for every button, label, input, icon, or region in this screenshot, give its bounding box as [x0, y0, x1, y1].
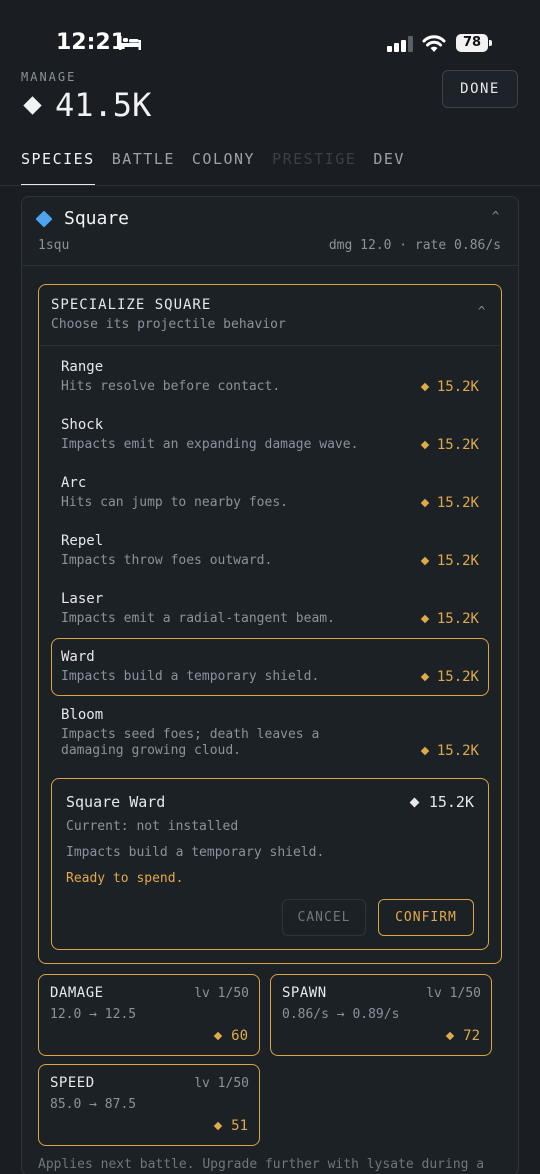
upgrade-card-speed[interactable]: SPEED lv 1/50 85.0 → 87.5 51 [38, 1064, 260, 1146]
option-name: Laser [61, 591, 104, 607]
option-desc: Impacts emit a radial-tangent beam. [61, 611, 335, 626]
detail-desc: Impacts build a temporary shield. [66, 845, 325, 860]
option-name: Shock [61, 417, 104, 433]
diamond-icon [420, 672, 430, 682]
collapse-chevron-icon[interactable]: ^ [492, 209, 499, 223]
option-bloom[interactable]: Bloom Impacts seed foes; death leaves a … [51, 696, 489, 772]
option-name: Ward [61, 649, 95, 665]
detail-current: Current: not installed [66, 819, 239, 834]
tab-prestige: PRESTIGE [272, 150, 357, 168]
option-name: Repel [61, 533, 104, 549]
species-id: 1squ [38, 238, 70, 253]
option-cost: 15.2K [420, 611, 479, 627]
battery-indicator: 78 [456, 34, 492, 52]
option-cost: 15.2K [420, 743, 479, 759]
specialize-collapse-icon[interactable]: ^ [478, 304, 485, 318]
battery-cap [489, 40, 492, 46]
detail-ready-status: Ready to spend. [66, 871, 184, 886]
option-name: Bloom [61, 707, 104, 723]
species-stats: dmg 12.0 · rate 0.86/s [328, 238, 501, 253]
option-laser[interactable]: Laser Impacts emit a radial-tangent beam… [51, 580, 489, 636]
option-desc: Impacts emit an expanding damage wave. [61, 437, 359, 452]
option-cost: 15.2K [420, 437, 479, 453]
species-name: Square [64, 208, 130, 229]
option-desc: Impacts build a temporary shield. [61, 669, 320, 684]
upgrade-value: 85.0 → 87.5 [50, 1097, 137, 1112]
upgrade-name: SPAWN [282, 985, 327, 1001]
detail-title: Square Ward [66, 793, 166, 811]
option-desc: Impacts throw foes outward. [61, 553, 273, 568]
upgrade-level: lv 1/50 [194, 986, 249, 1001]
cancel-button[interactable]: CANCEL [282, 899, 366, 936]
option-name: Arc [61, 475, 87, 491]
upgrade-name: DAMAGE [50, 985, 104, 1001]
option-cost: 15.2K [420, 495, 479, 511]
diamond-icon [420, 614, 430, 624]
option-shock[interactable]: Shock Impacts emit an expanding damage w… [51, 406, 489, 462]
species-divider [22, 265, 518, 266]
option-desc: Impacts seed foes; death leaves a damagi… [61, 727, 320, 758]
specialize-divider [40, 345, 500, 346]
upgrade-card-damage[interactable]: DAMAGE lv 1/50 12.0 → 12.5 60 [38, 974, 260, 1056]
diamond-icon [420, 440, 430, 450]
upgrade-card-spawn[interactable]: SPAWN lv 1/50 0.86/s → 0.89/s 72 [270, 974, 492, 1056]
wifi-icon [422, 35, 446, 52]
species-header[interactable]: Square [35, 208, 130, 229]
option-arc[interactable]: Arc Hits can jump to nearby foes. 15.2K [51, 464, 489, 520]
tabs-divider [0, 185, 540, 186]
upgrade-level: lv 1/50 [426, 986, 481, 1001]
tab-bar: SPECIES BATTLE COLONY PRESTIGE DEV [21, 150, 405, 186]
upgrade-cost: 51 [213, 1118, 248, 1134]
cellular-signal-icon [387, 36, 413, 52]
clock: 12:21 [56, 30, 127, 55]
option-cost: 15.2K [420, 379, 479, 395]
confirm-button[interactable]: CONFIRM [378, 899, 474, 936]
diamond-icon [213, 1031, 223, 1041]
option-cost: 15.2K [420, 669, 479, 685]
option-name: Range [61, 359, 104, 375]
option-cost: 15.2K [420, 553, 479, 569]
upgrade-value: 12.0 → 12.5 [50, 1007, 137, 1022]
specialize-title: SPECIALIZE SQUARE [51, 297, 212, 313]
upgrade-cost: 72 [445, 1028, 480, 1044]
diamond-icon [213, 1121, 223, 1131]
diamond-icon [420, 556, 430, 566]
balance-display: 41.5K [22, 86, 151, 124]
upgrade-level: lv 1/50 [194, 1076, 249, 1091]
done-button[interactable]: DONE [442, 70, 518, 108]
footnote-text: Applies next battle. Upgrade further wit… [38, 1157, 485, 1172]
diamond-icon [445, 1031, 455, 1041]
option-repel[interactable]: Repel Impacts throw foes outward. 15.2K [51, 522, 489, 578]
diamond-icon [420, 498, 430, 508]
detail-cost: 15.2K [409, 793, 474, 811]
option-range[interactable]: Range Hits resolve before contact. 15.2K [51, 348, 489, 404]
upgrade-cost: 60 [213, 1028, 248, 1044]
specialize-subtitle: Choose its projectile behavior [51, 317, 286, 332]
diamond-icon [409, 797, 420, 807]
status-bar: 12:21 78 [0, 0, 540, 70]
option-desc: Hits can jump to nearby foes. [61, 495, 288, 510]
diamond-currency-icon [23, 95, 42, 115]
diamond-icon [420, 382, 430, 392]
tab-species[interactable]: SPECIES [21, 150, 95, 186]
balance-value: 41.5K [55, 86, 152, 124]
battery-level: 78 [456, 34, 488, 52]
manage-label: MANAGE [21, 70, 77, 84]
sleep-bed-icon [119, 36, 141, 50]
tab-battle[interactable]: BATTLE [112, 150, 175, 186]
tab-dev[interactable]: DEV [373, 150, 405, 186]
tab-colony[interactable]: COLONY [192, 150, 255, 186]
option-ward[interactable]: Ward Impacts build a temporary shield. 1… [51, 638, 489, 696]
upgrade-name: SPEED [50, 1075, 95, 1091]
option-desc: Hits resolve before contact. [61, 379, 281, 394]
square-species-icon [35, 210, 53, 227]
diamond-icon [420, 746, 430, 756]
upgrade-value: 0.86/s → 0.89/s [282, 1007, 400, 1022]
